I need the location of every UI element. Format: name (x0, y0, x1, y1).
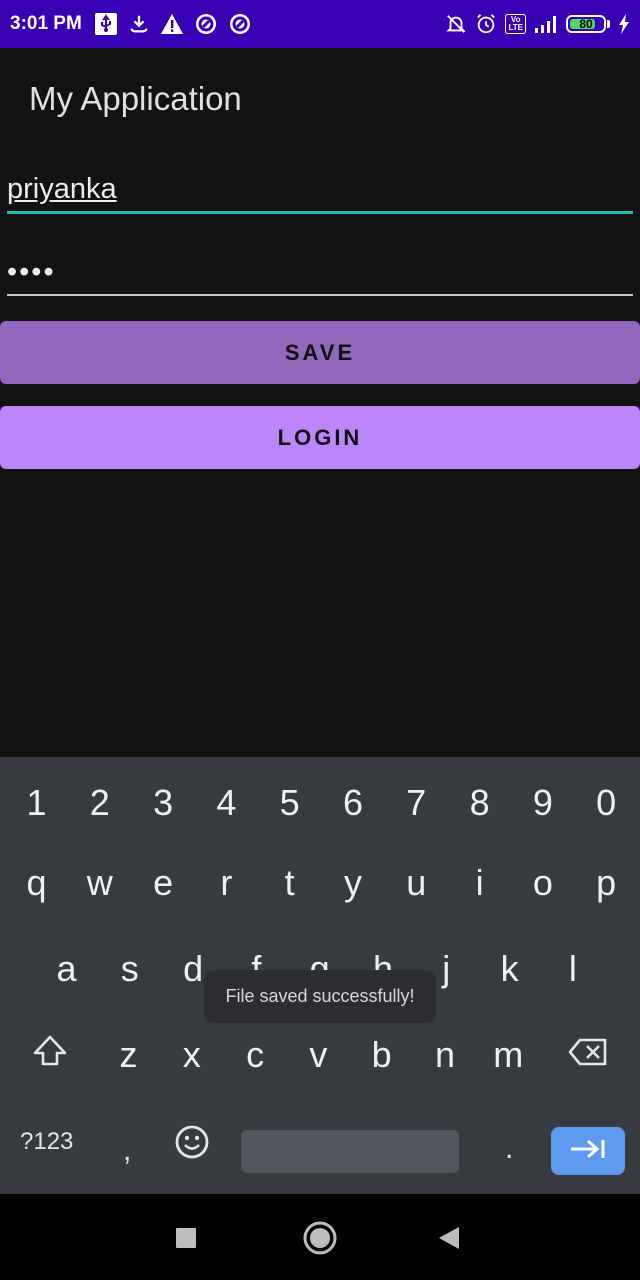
signal-icon (534, 15, 558, 33)
battery-level: 80 (579, 17, 593, 31)
key-9[interactable]: 9 (511, 773, 574, 833)
key-n[interactable]: n (414, 1025, 477, 1085)
keyboard-row-3: zxcvbnm (0, 1025, 640, 1085)
emoji-key[interactable] (174, 1124, 210, 1167)
period-key[interactable]: . (505, 1132, 513, 1166)
emoji-icon (174, 1125, 210, 1166)
key-p[interactable]: p (575, 853, 638, 913)
key-m[interactable]: m (477, 1025, 540, 1085)
home-icon[interactable] (302, 1220, 338, 1256)
key-i[interactable]: i (448, 853, 511, 913)
battery-icon: 80 (566, 15, 606, 33)
username-input[interactable] (7, 168, 633, 214)
save-button[interactable]: SAVE (0, 321, 640, 384)
warning-icon (160, 13, 184, 35)
back-icon[interactable] (438, 1226, 460, 1250)
volte-bottom-label: LTE (508, 23, 523, 32)
volte-icon: Vo LTE (505, 14, 526, 34)
app-icon (228, 12, 252, 36)
key-q[interactable]: q (5, 853, 68, 913)
key-4[interactable]: 4 (195, 773, 258, 833)
status-bar: 3:01 PM Vo LTE 80 (0, 0, 640, 48)
enter-key[interactable] (551, 1127, 625, 1175)
key-7[interactable]: 7 (385, 773, 448, 833)
key-s[interactable]: s (98, 939, 161, 999)
key-5[interactable]: 5 (258, 773, 321, 833)
key-u[interactable]: u (385, 853, 448, 913)
key-o[interactable]: o (511, 853, 574, 913)
key-e[interactable]: e (132, 853, 195, 913)
usb-icon (94, 12, 118, 36)
keyboard-number-row: 1234567890 (0, 773, 640, 833)
backspace-key[interactable] (555, 1025, 621, 1085)
key-v[interactable]: v (287, 1025, 350, 1085)
comma-key[interactable]: , (123, 1134, 131, 1168)
toast-message: File saved successfully! (204, 970, 436, 1023)
charging-icon (618, 14, 630, 34)
key-w[interactable]: w (68, 853, 131, 913)
tab-arrow-icon (568, 1137, 608, 1166)
battery-cap (607, 20, 610, 28)
keyboard-row-1: qwertyuiop (0, 853, 640, 913)
key-6[interactable]: 6 (322, 773, 385, 833)
recents-icon[interactable] (175, 1227, 197, 1249)
key-y[interactable]: y (322, 853, 385, 913)
backspace-icon (568, 1034, 608, 1076)
navigation-bar (0, 1194, 640, 1280)
app-icon (194, 12, 218, 36)
key-l[interactable]: l (541, 939, 604, 999)
alarm-icon (475, 13, 497, 35)
key-1[interactable]: 1 (5, 773, 68, 833)
key-t[interactable]: t (258, 853, 321, 913)
login-button[interactable]: LOGIN (0, 406, 640, 469)
download-icon (128, 13, 150, 35)
key-8[interactable]: 8 (448, 773, 511, 833)
key-k[interactable]: k (478, 939, 541, 999)
shift-icon (31, 1034, 69, 1077)
password-input[interactable] (7, 250, 633, 296)
key-z[interactable]: z (97, 1025, 160, 1085)
status-time: 3:01 PM (10, 13, 82, 34)
key-2[interactable]: 2 (68, 773, 131, 833)
muted-bell-icon (445, 13, 467, 35)
app-title: My Application (29, 80, 242, 117)
shift-key[interactable] (18, 1025, 82, 1085)
key-3[interactable]: 3 (132, 773, 195, 833)
key-a[interactable]: a (35, 939, 98, 999)
symbols-key[interactable]: ?123 (20, 1128, 73, 1156)
key-r[interactable]: r (195, 853, 258, 913)
keyboard-bottom-row: ?123 , . (0, 1110, 640, 1194)
key-b[interactable]: b (350, 1025, 413, 1085)
key-0[interactable]: 0 (575, 773, 638, 833)
key-c[interactable]: c (224, 1025, 287, 1085)
key-x[interactable]: x (160, 1025, 223, 1085)
space-key[interactable] (241, 1130, 459, 1173)
